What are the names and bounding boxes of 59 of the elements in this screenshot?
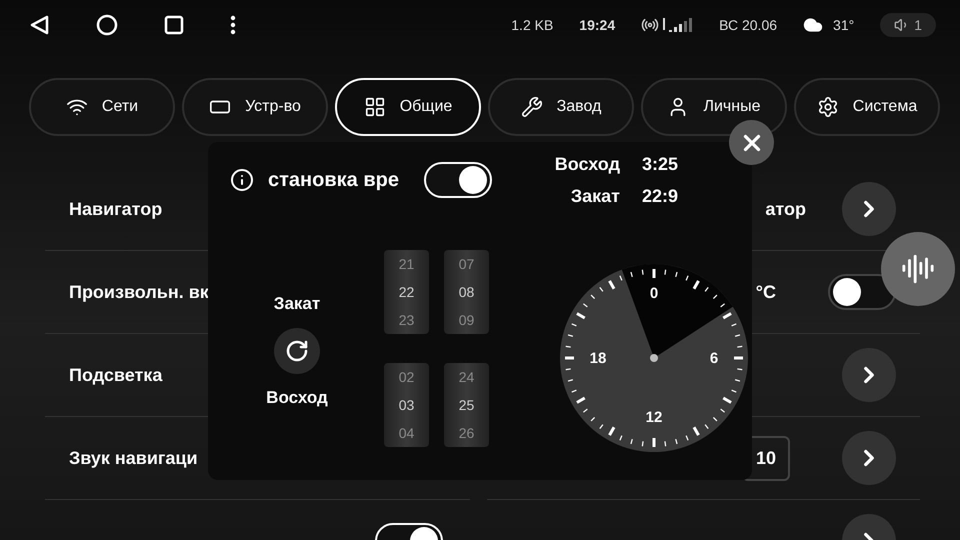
- settings-tab[interactable]: Личные: [641, 78, 787, 136]
- wheel-value: 03: [398, 397, 414, 413]
- wheel-value: 21: [398, 256, 414, 272]
- back-icon[interactable]: [28, 14, 50, 36]
- toggle-switch[interactable]: [828, 274, 896, 310]
- setting-label: Подсветка: [69, 364, 162, 386]
- settings-tab[interactable]: Общие: [335, 78, 481, 136]
- wheel-value: 23: [398, 312, 414, 328]
- recents-icon[interactable]: [164, 15, 184, 35]
- picker-label: Восход: [266, 388, 328, 408]
- time-wheel[interactable]: 24 25 26: [444, 363, 489, 447]
- info-icon[interactable]: [230, 168, 254, 192]
- dial-hour-label: 0: [650, 285, 658, 302]
- more-icon[interactable]: [230, 15, 236, 35]
- settings-tab[interactable]: Устр-во: [182, 78, 328, 136]
- setting-label: °C: [756, 282, 776, 302]
- refresh-icon: [285, 339, 309, 363]
- wheel-value: 24: [458, 369, 474, 385]
- volume-indicator[interactable]: 1: [880, 13, 936, 37]
- time-wheel[interactable]: 02 03 04: [384, 363, 429, 447]
- wheel-value: 04: [398, 425, 414, 441]
- wrench-icon: [520, 96, 543, 118]
- home-icon[interactable]: [96, 14, 118, 36]
- wheel-value: 02: [398, 369, 414, 385]
- temperature: 31°: [833, 17, 854, 33]
- refresh-button[interactable]: [274, 328, 320, 374]
- sun-time-value: 3:25: [642, 154, 680, 176]
- sun-time-value: 22:9: [642, 186, 680, 208]
- wheel-value: 22: [398, 284, 414, 300]
- volume-level: 1: [914, 17, 922, 33]
- wheel-value: 26: [458, 425, 474, 441]
- setting-label: Звук навигаци: [69, 448, 198, 468]
- sound-wave-icon: [901, 252, 935, 286]
- wheel-value: 09: [458, 312, 474, 328]
- date: ВС 20.06: [719, 17, 778, 33]
- wheel-value: 07: [458, 256, 474, 272]
- dialog-title: становка вре: [268, 168, 400, 192]
- settings-tab[interactable]: Система: [794, 78, 940, 136]
- grid-icon: [364, 96, 386, 118]
- setting-label: Навигатор: [69, 198, 162, 220]
- signal-icon: [663, 16, 694, 32]
- setting-label: Произвольн. вк: [69, 282, 209, 302]
- settings-icon: [816, 96, 839, 118]
- time-wheel[interactable]: 21 22 23: [384, 250, 429, 334]
- settings-tab[interactable]: Сети: [29, 78, 175, 136]
- sun-time-label: Закат: [570, 186, 620, 208]
- clock: 19:24: [579, 17, 616, 33]
- wheel-value: 25: [458, 397, 474, 413]
- settings-tab[interactable]: Завод: [488, 78, 634, 136]
- dial-hour-label: 6: [710, 350, 718, 367]
- data-rate: 1.2 KB: [511, 17, 554, 33]
- time-wheel[interactable]: 07 08 09: [444, 250, 489, 334]
- hotspot-icon: [641, 16, 660, 34]
- picker-label: Закат: [274, 294, 320, 314]
- sun-time-label: Восход: [554, 154, 620, 176]
- dial-hour-label: 18: [590, 350, 606, 367]
- setting-label: атор: [765, 198, 806, 220]
- dial-hour-label: 12: [646, 409, 662, 426]
- wheel-value: 08: [458, 284, 474, 300]
